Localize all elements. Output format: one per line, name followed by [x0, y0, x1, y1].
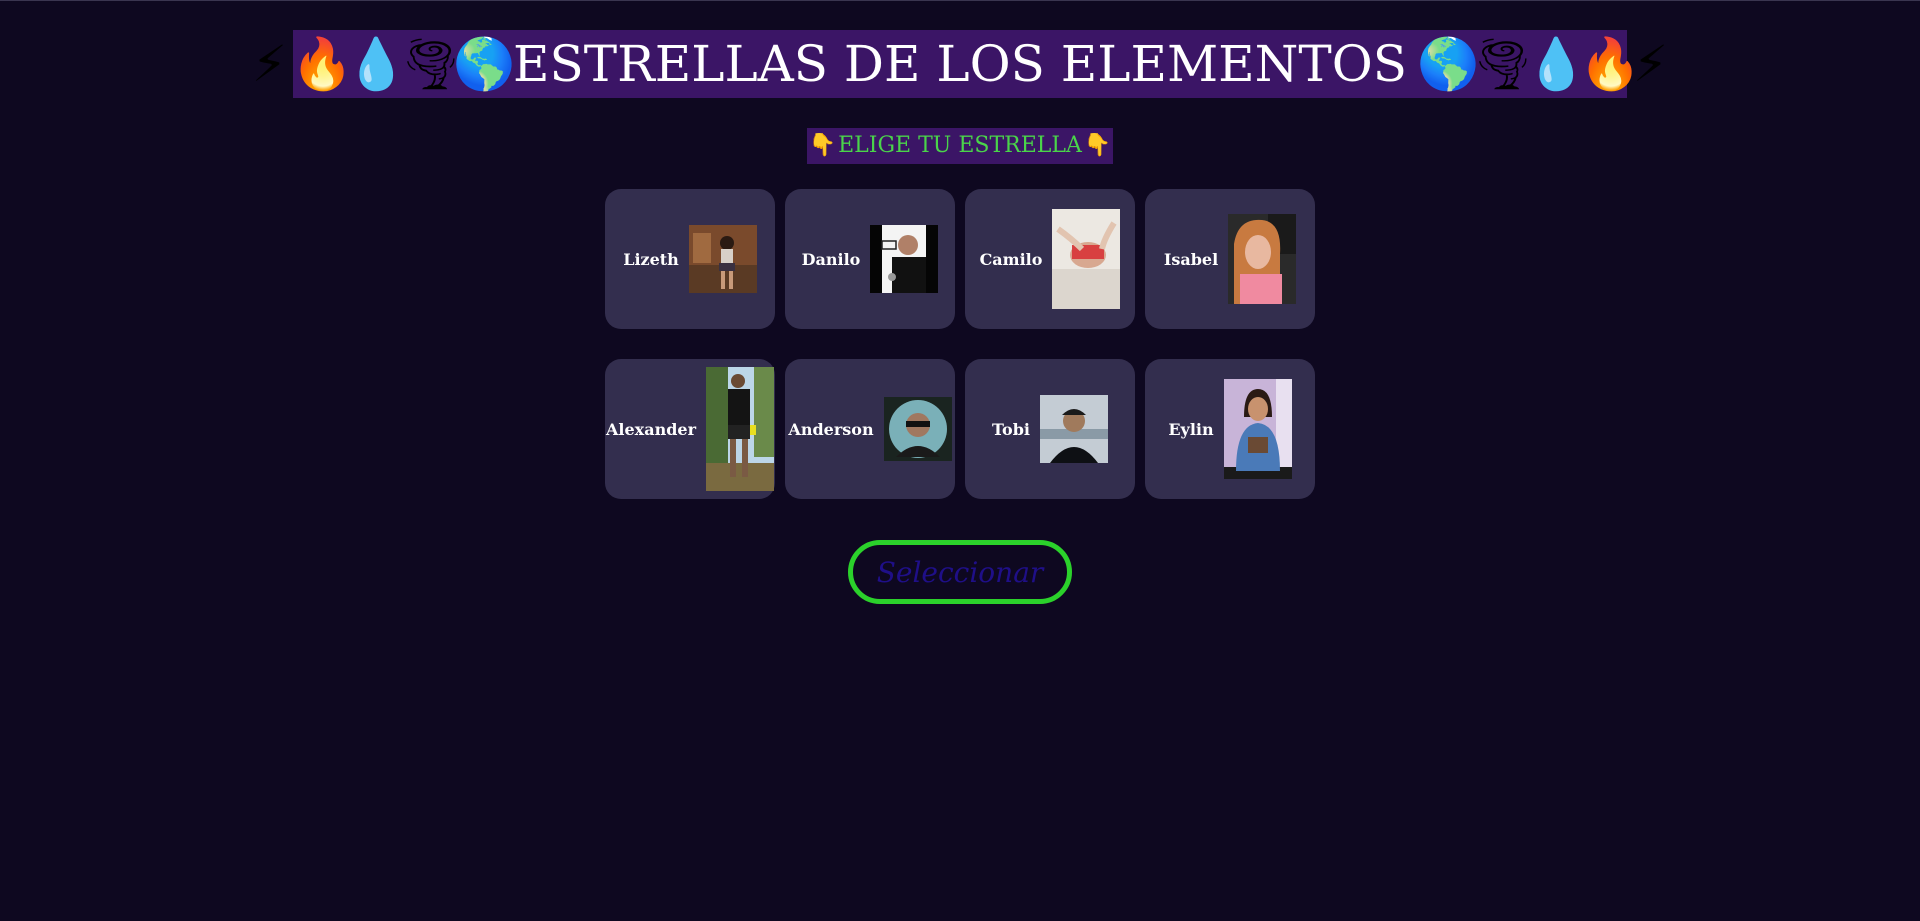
character-card-lizeth[interactable]: Lizeth [605, 189, 775, 329]
character-name: Lizeth [623, 249, 679, 269]
title-banner: ⚡ 🔥 💧 🌪 🌎 ESTRELLAS DE LOS ELEMENTOS 🌎 🌪… [252, 30, 1668, 98]
earth-globe-icon: 🌎 [1417, 35, 1480, 93]
photo-tobi [1040, 395, 1108, 463]
character-name: Camilo [979, 249, 1043, 269]
fire-icon: 🔥 [291, 35, 354, 93]
character-card-isabel[interactable]: Isabel [1145, 189, 1315, 329]
page: ⚡ 🔥 💧 🌪 🌎 ESTRELLAS DE LOS ELEMENTOS 🌎 🌪… [0, 0, 1920, 921]
select-button-wrapper: Seleccionar [0, 540, 1920, 604]
photo-eylin [1223, 379, 1292, 479]
fire-icon: 🔥 [1579, 35, 1642, 93]
character-card-tobi[interactable]: Tobi [965, 359, 1135, 499]
character-name: Eylin [1168, 419, 1214, 439]
character-name: Tobi [991, 419, 1030, 439]
photo-anderson [883, 397, 952, 461]
character-card-anderson[interactable]: Anderson [785, 359, 955, 499]
droplet-icon: 💧 [345, 35, 408, 93]
photo-alexander [706, 367, 774, 491]
photo-isabel [1228, 214, 1297, 304]
droplet-icon: 💧 [1525, 35, 1588, 93]
photo-danilo [870, 225, 939, 293]
character-card-eylin[interactable]: Eylin [1145, 359, 1315, 499]
character-card-alexander[interactable]: Alexander [605, 359, 775, 499]
character-name: Alexander [605, 419, 696, 439]
character-name: Danilo [801, 249, 861, 269]
page-title: ESTRELLAS DE LOS ELEMENTOS [513, 35, 1407, 93]
photo-camilo [1052, 209, 1121, 309]
character-name: Anderson [788, 419, 874, 439]
lightning-icon: ⚡ [251, 35, 288, 93]
pointing-down-icon: 👇 [1083, 133, 1112, 158]
pointing-down-icon: 👇 [808, 133, 837, 158]
lightning-icon: ⚡ [1633, 35, 1669, 93]
select-button[interactable]: Seleccionar [848, 540, 1072, 604]
subtitle: 👇 ELIGE TU ESTRELLA 👇 [806, 128, 1114, 164]
tornado-icon: 🌪 [399, 35, 463, 93]
subtitle-wrapper: 👇 ELIGE TU ESTRELLA 👇 [0, 128, 1920, 164]
subtitle-text: ELIGE TU ESTRELLA [838, 133, 1082, 158]
character-grid: Lizeth Danilo Camilo Isabel Alexander An… [605, 189, 1315, 499]
tornado-icon: 🌪 [1471, 35, 1535, 93]
character-name: Isabel [1163, 249, 1219, 269]
character-card-danilo[interactable]: Danilo [785, 189, 955, 329]
earth-globe-icon: 🌎 [453, 35, 516, 93]
character-card-camilo[interactable]: Camilo [965, 189, 1135, 329]
photo-lizeth [688, 225, 757, 293]
